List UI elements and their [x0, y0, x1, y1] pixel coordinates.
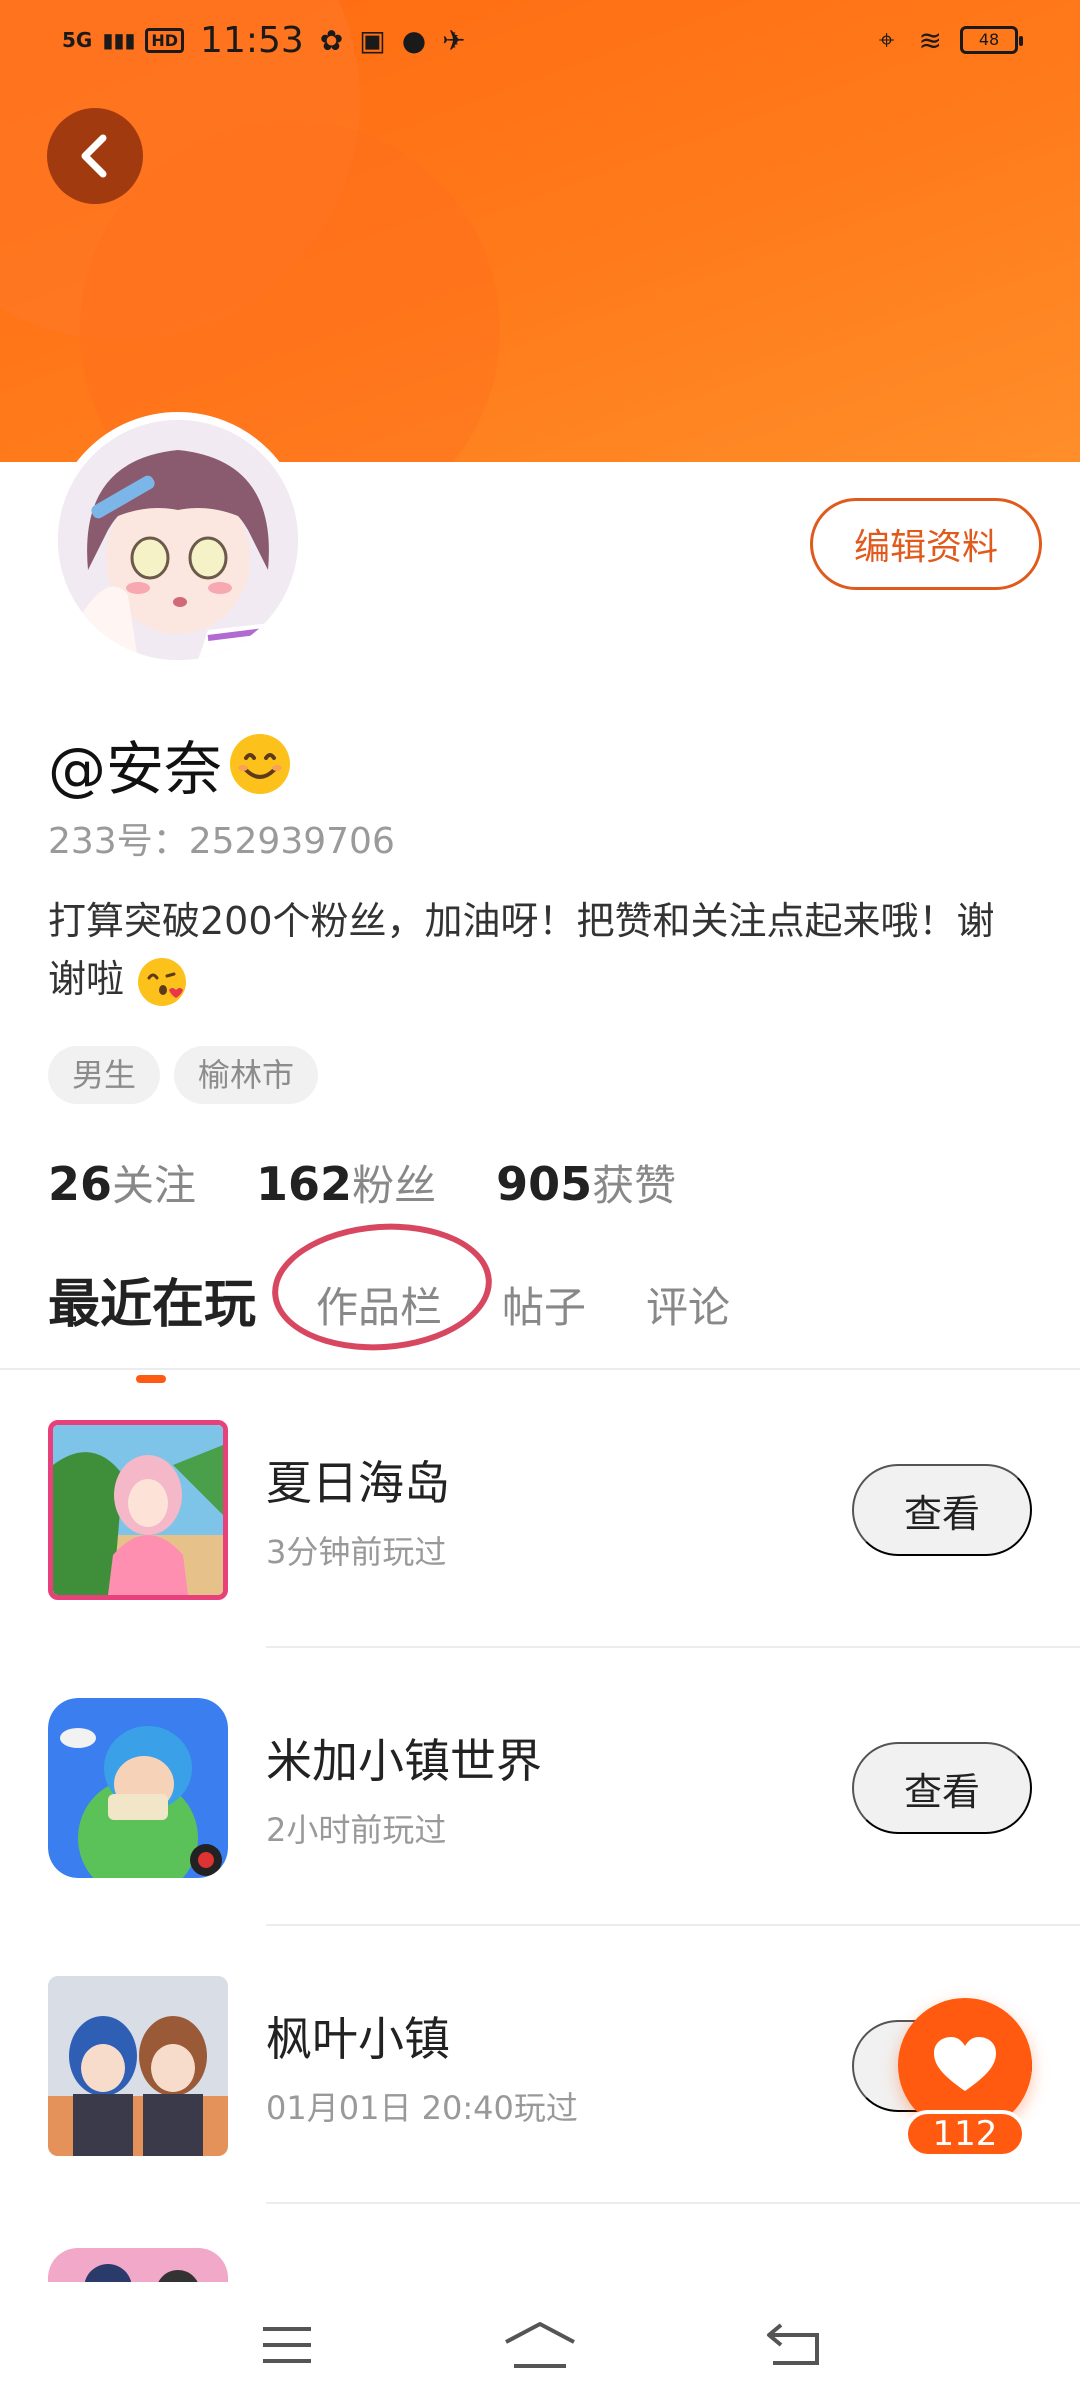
game-info: 米加小镇世界 2小时前玩过 — [266, 1725, 852, 1851]
return-icon — [767, 2323, 820, 2365]
stat-fans[interactable]: 162粉丝 — [256, 1152, 436, 1213]
game-thumbnail-image — [48, 1976, 228, 2156]
tab-posts[interactable]: 帖子 — [502, 1274, 586, 1335]
game-last-played: 3分钟前玩过 — [266, 1533, 447, 1571]
network-indicator: 5G — [62, 28, 93, 52]
game-title: 米加小镇世界 — [266, 1734, 542, 1788]
smile-emoji-icon — [230, 734, 291, 794]
menu-icon — [262, 2327, 311, 2363]
stat-following-label: 关注 — [112, 1161, 197, 1210]
message-icon: ● — [401, 23, 427, 57]
system-nav-bar — [0, 2282, 1080, 2408]
stat-likes-count: 905 — [496, 1157, 593, 1211]
view-button[interactable]: 查看 — [852, 1742, 1032, 1834]
tab-comments[interactable]: 评论 — [646, 1274, 730, 1335]
hd-indicator: HD — [145, 27, 185, 53]
edit-profile-button[interactable]: 编辑资料 — [810, 498, 1042, 590]
profile-page: 5G ▮▮▮ HD 11:53 ✿ ▣ ● ✈ ⌖ ≋ 48 编辑资料 @安奈 … — [0, 0, 1080, 2408]
tab-works[interactable]: 作品栏 — [316, 1274, 442, 1335]
app-notification-icon: ▣ — [359, 23, 386, 57]
heart-icon — [934, 2037, 996, 2091]
game-thumbnail-image — [53, 1425, 223, 1595]
stat-fans-label: 粉丝 — [352, 1161, 437, 1210]
menu-button[interactable] — [247, 2315, 327, 2375]
row-divider — [266, 2202, 1080, 2204]
home-icon — [505, 2322, 575, 2368]
game-last-played: 2小时前玩过 — [266, 1811, 447, 1849]
game-thumbnail-image — [48, 1698, 228, 1878]
chevron-left-icon — [81, 134, 107, 178]
kiss-emoji-icon — [138, 957, 187, 1006]
game-title: 枫叶小镇 — [266, 2012, 450, 2066]
game-thumbnail — [48, 1976, 228, 2156]
tabs-divider — [0, 1368, 1080, 1370]
home-button[interactable] — [500, 2315, 580, 2375]
tab-recently-played[interactable]: 最近在玩 — [48, 1262, 256, 1383]
location-icon: ⌖ — [878, 23, 895, 56]
stat-likes-label: 获赞 — [592, 1161, 677, 1210]
game-title: 夏日海岛 — [266, 1456, 450, 1510]
status-bar: 5G ▮▮▮ HD 11:53 ✿ ▣ ● ✈ ⌖ ≋ 48 — [0, 0, 1080, 80]
like-count-badge: 112 — [904, 2110, 1026, 2158]
game-info: 枫叶小镇 01月01日 20:40玩过 — [266, 2003, 852, 2129]
profile-header-banner: 5G ▮▮▮ HD 11:53 ✿ ▣ ● ✈ ⌖ ≋ 48 — [0, 0, 1080, 462]
bird-icon: ✈ — [442, 23, 466, 57]
signal-icon: ▮▮▮ — [102, 28, 136, 52]
avatar-image — [58, 420, 298, 660]
stat-likes[interactable]: 905获赞 — [496, 1152, 676, 1213]
list-item[interactable]: 夏日海岛 3分钟前玩过 查看 — [48, 1410, 1032, 1610]
profile-tabs: 最近在玩 作品栏 帖子 评论 — [48, 1262, 730, 1383]
game-thumbnail — [48, 1420, 228, 1600]
game-info: 夏日海岛 3分钟前玩过 — [266, 1447, 852, 1573]
profile-stats: 26关注 162粉丝 905获赞 — [48, 1152, 676, 1213]
tag-gender: 男生 — [48, 1046, 161, 1104]
view-button[interactable]: 查看 — [852, 1464, 1032, 1556]
username-text: @安奈 — [48, 735, 223, 803]
row-divider — [266, 1646, 1080, 1648]
stat-following-count: 26 — [48, 1157, 113, 1211]
user-id: 233号：252939706 — [48, 821, 395, 862]
battery-icon: 48 — [960, 26, 1023, 54]
profile-tags: 男生 榆林市 — [48, 1046, 319, 1104]
game-last-played: 01月01日 20:40玩过 — [266, 2089, 578, 2127]
tag-location: 榆林市 — [174, 1046, 319, 1104]
wifi-icon: ≋ — [918, 23, 942, 57]
list-item[interactable]: 米加小镇世界 2小时前玩过 查看 — [48, 1688, 1032, 1888]
profile-bio: 打算突破200个粉丝，加油呀！把赞和关注点起来哦！谢谢啦 — [48, 892, 1008, 1008]
stat-following[interactable]: 26关注 — [48, 1152, 196, 1213]
username: @安奈 — [48, 722, 292, 806]
list-item[interactable]: 枫叶小镇 01月01日 20:40玩过 查看 — [48, 1966, 1032, 2166]
game-thumbnail — [48, 1698, 228, 1878]
avatar[interactable] — [50, 412, 306, 668]
wechat-icon: ✿ — [319, 23, 344, 57]
back-button[interactable] — [47, 108, 143, 204]
row-divider — [266, 1924, 1080, 1926]
status-time: 11:53 — [200, 19, 304, 61]
stat-fans-count: 162 — [256, 1157, 353, 1211]
back-nav-button[interactable] — [753, 2315, 833, 2375]
bio-text: 打算突破200个粉丝，加油呀！把赞和关注点起来哦！谢谢啦 — [48, 899, 995, 1001]
